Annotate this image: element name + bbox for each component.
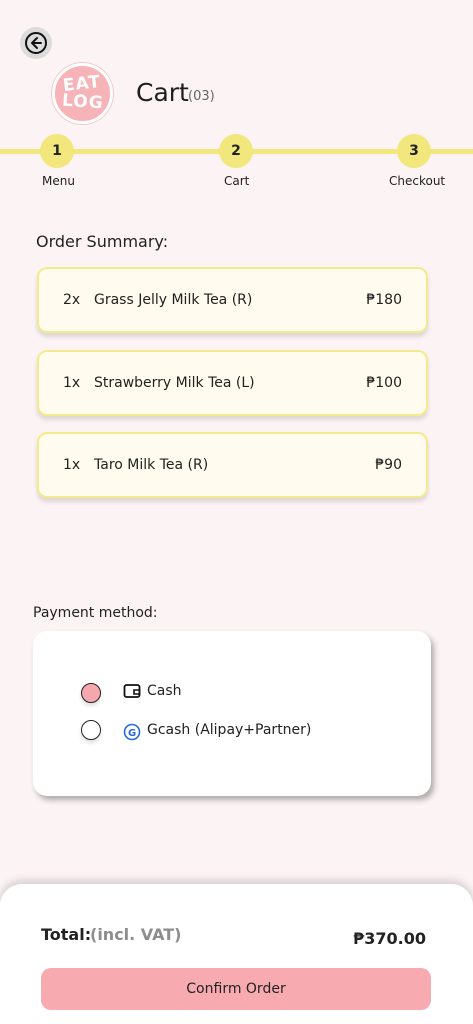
arrow-left-circle-icon [25,32,47,54]
page-title: Cart [136,78,189,107]
payment-method-label: Payment method: [33,605,158,621]
step-1-label: Menu [42,174,75,188]
step-2-circle[interactable]: 2 [219,134,253,168]
total-vat-note: (incl. VAT) [90,925,182,944]
logo-line2: LOG [61,90,104,114]
app-logo: EAT LOG [52,63,113,124]
payment-method-card: Cash G Gcash (Alipay+Partner) [33,631,431,796]
cash-radio[interactable] [81,683,101,703]
order-item[interactable]: 2x Grass Jelly Milk Tea (R) ₱180 [37,267,428,333]
confirm-order-button[interactable]: Confirm Order [41,968,431,1010]
order-item[interactable]: 1x Strawberry Milk Tea (L) ₱100 [37,350,428,416]
order-item-name: Grass Jelly Milk Tea (R) [94,292,253,308]
order-item-qty: 1x [63,375,81,391]
order-item[interactable]: 1x Taro Milk Tea (R) ₱90 [37,432,428,498]
order-item-price: ₱180 [366,292,402,308]
cash-label[interactable]: Cash [147,683,182,699]
step-3-circle[interactable]: 3 [397,134,431,168]
order-item-price: ₱100 [366,375,402,391]
order-summary-title: Order Summary: [36,232,169,251]
order-item-name: Taro Milk Tea (R) [94,457,209,473]
gcash-radio[interactable] [81,720,101,740]
svg-text:G: G [128,728,136,739]
wallet-icon [123,682,141,700]
cart-count: (03) [188,89,215,104]
back-button[interactable] [20,27,52,59]
order-item-name: Strawberry Milk Tea (L) [94,375,255,391]
gcash-label[interactable]: Gcash (Alipay+Partner) [147,722,311,738]
step-3-label: Checkout [389,174,446,188]
total-label: Total: [41,925,92,944]
order-item-qty: 1x [63,457,81,473]
gcash-icon: G [123,723,141,741]
step-2-label: Cart [224,174,250,188]
order-item-price: ₱90 [375,457,402,473]
total-value: ₱370.00 [353,929,426,948]
order-item-qty: 2x [63,292,81,308]
step-1-circle[interactable]: 1 [40,134,74,168]
